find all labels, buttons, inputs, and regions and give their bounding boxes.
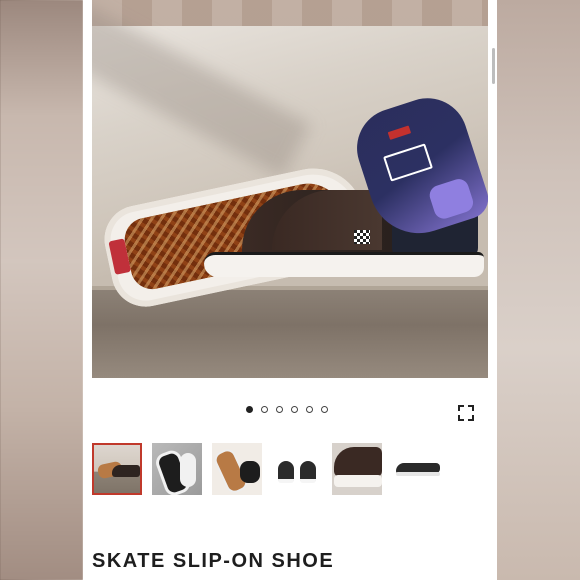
insole-logo <box>383 143 433 182</box>
background-blur-left <box>0 0 83 580</box>
carousel-dot-4[interactable] <box>291 406 298 413</box>
thumbnail-3[interactable] <box>212 443 262 495</box>
expand-icon[interactable] <box>458 405 474 421</box>
carousel-dot-1[interactable] <box>246 406 253 413</box>
carousel-dot-5[interactable] <box>306 406 313 413</box>
thumbnail-6[interactable] <box>392 443 442 495</box>
thumbnail-2[interactable] <box>152 443 202 495</box>
thumbnail-strip <box>92 443 442 495</box>
checker-detail <box>354 230 370 244</box>
thumbnail-5[interactable] <box>332 443 382 495</box>
carousel-dot-2[interactable] <box>261 406 268 413</box>
shoe-midsole <box>204 252 484 277</box>
carousel-dot-6[interactable] <box>321 406 328 413</box>
thumbnail-4[interactable] <box>272 443 322 495</box>
carousel-dot-3[interactable] <box>276 406 283 413</box>
scrollbar[interactable] <box>492 48 495 84</box>
product-page: SKATE SLIP-ON SHOE <box>83 0 497 580</box>
product-title: SKATE SLIP-ON SHOE <box>92 550 335 572</box>
product-hero-image[interactable] <box>92 0 488 378</box>
carousel-dots <box>246 406 328 413</box>
background-blur-right <box>497 0 580 580</box>
thumbnail-1[interactable] <box>92 443 142 495</box>
